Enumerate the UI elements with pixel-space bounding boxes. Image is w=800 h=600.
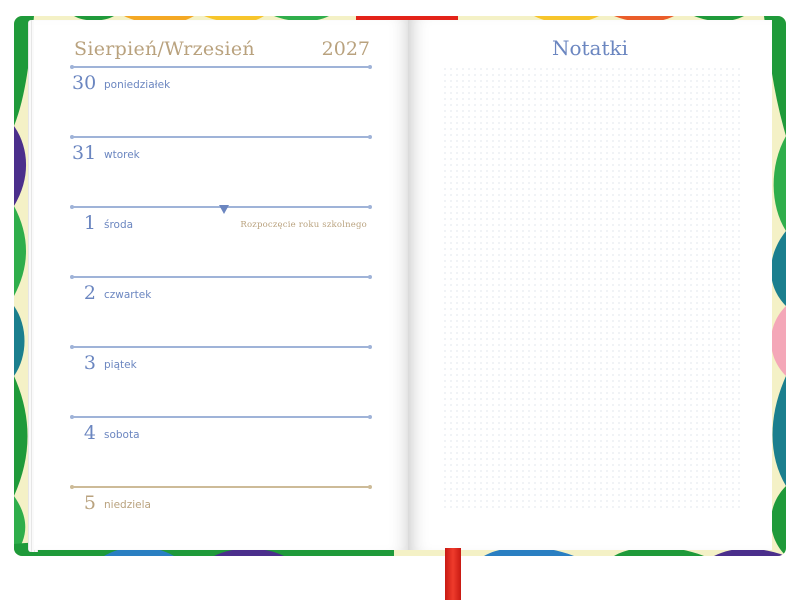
day-name: sobota <box>104 429 140 441</box>
day-name: piątek <box>104 359 137 371</box>
day-separator <box>70 345 372 349</box>
month-title: Sierpień/Wrzesień <box>74 38 255 60</box>
year-label: 2027 <box>321 38 370 60</box>
bookmark-ribbon <box>445 548 461 600</box>
day-name: poniedziałek <box>104 79 171 91</box>
day-number: 31 <box>72 142 97 164</box>
day-number: 1 <box>83 212 96 234</box>
day-name: czwartek <box>104 289 152 301</box>
day-separator <box>70 275 372 279</box>
week-change-marker <box>219 205 229 214</box>
notes-dot-grid <box>442 66 742 512</box>
day-separator <box>70 485 372 489</box>
day-number: 4 <box>83 422 96 444</box>
day-number: 3 <box>83 352 96 374</box>
day-name: wtorek <box>104 149 140 161</box>
notes-title: Notatki <box>551 36 629 60</box>
day-number: 30 <box>72 72 97 94</box>
holiday-note: Rozpoczęcie roku szkolnego <box>240 220 367 230</box>
day-number: 2 <box>83 282 96 304</box>
day-number: 5 <box>83 492 96 514</box>
day-separator <box>70 65 372 69</box>
day-name: niedziela <box>104 499 151 511</box>
day-separator <box>70 135 372 139</box>
day-separator <box>70 415 372 419</box>
day-name: środa <box>104 219 134 231</box>
